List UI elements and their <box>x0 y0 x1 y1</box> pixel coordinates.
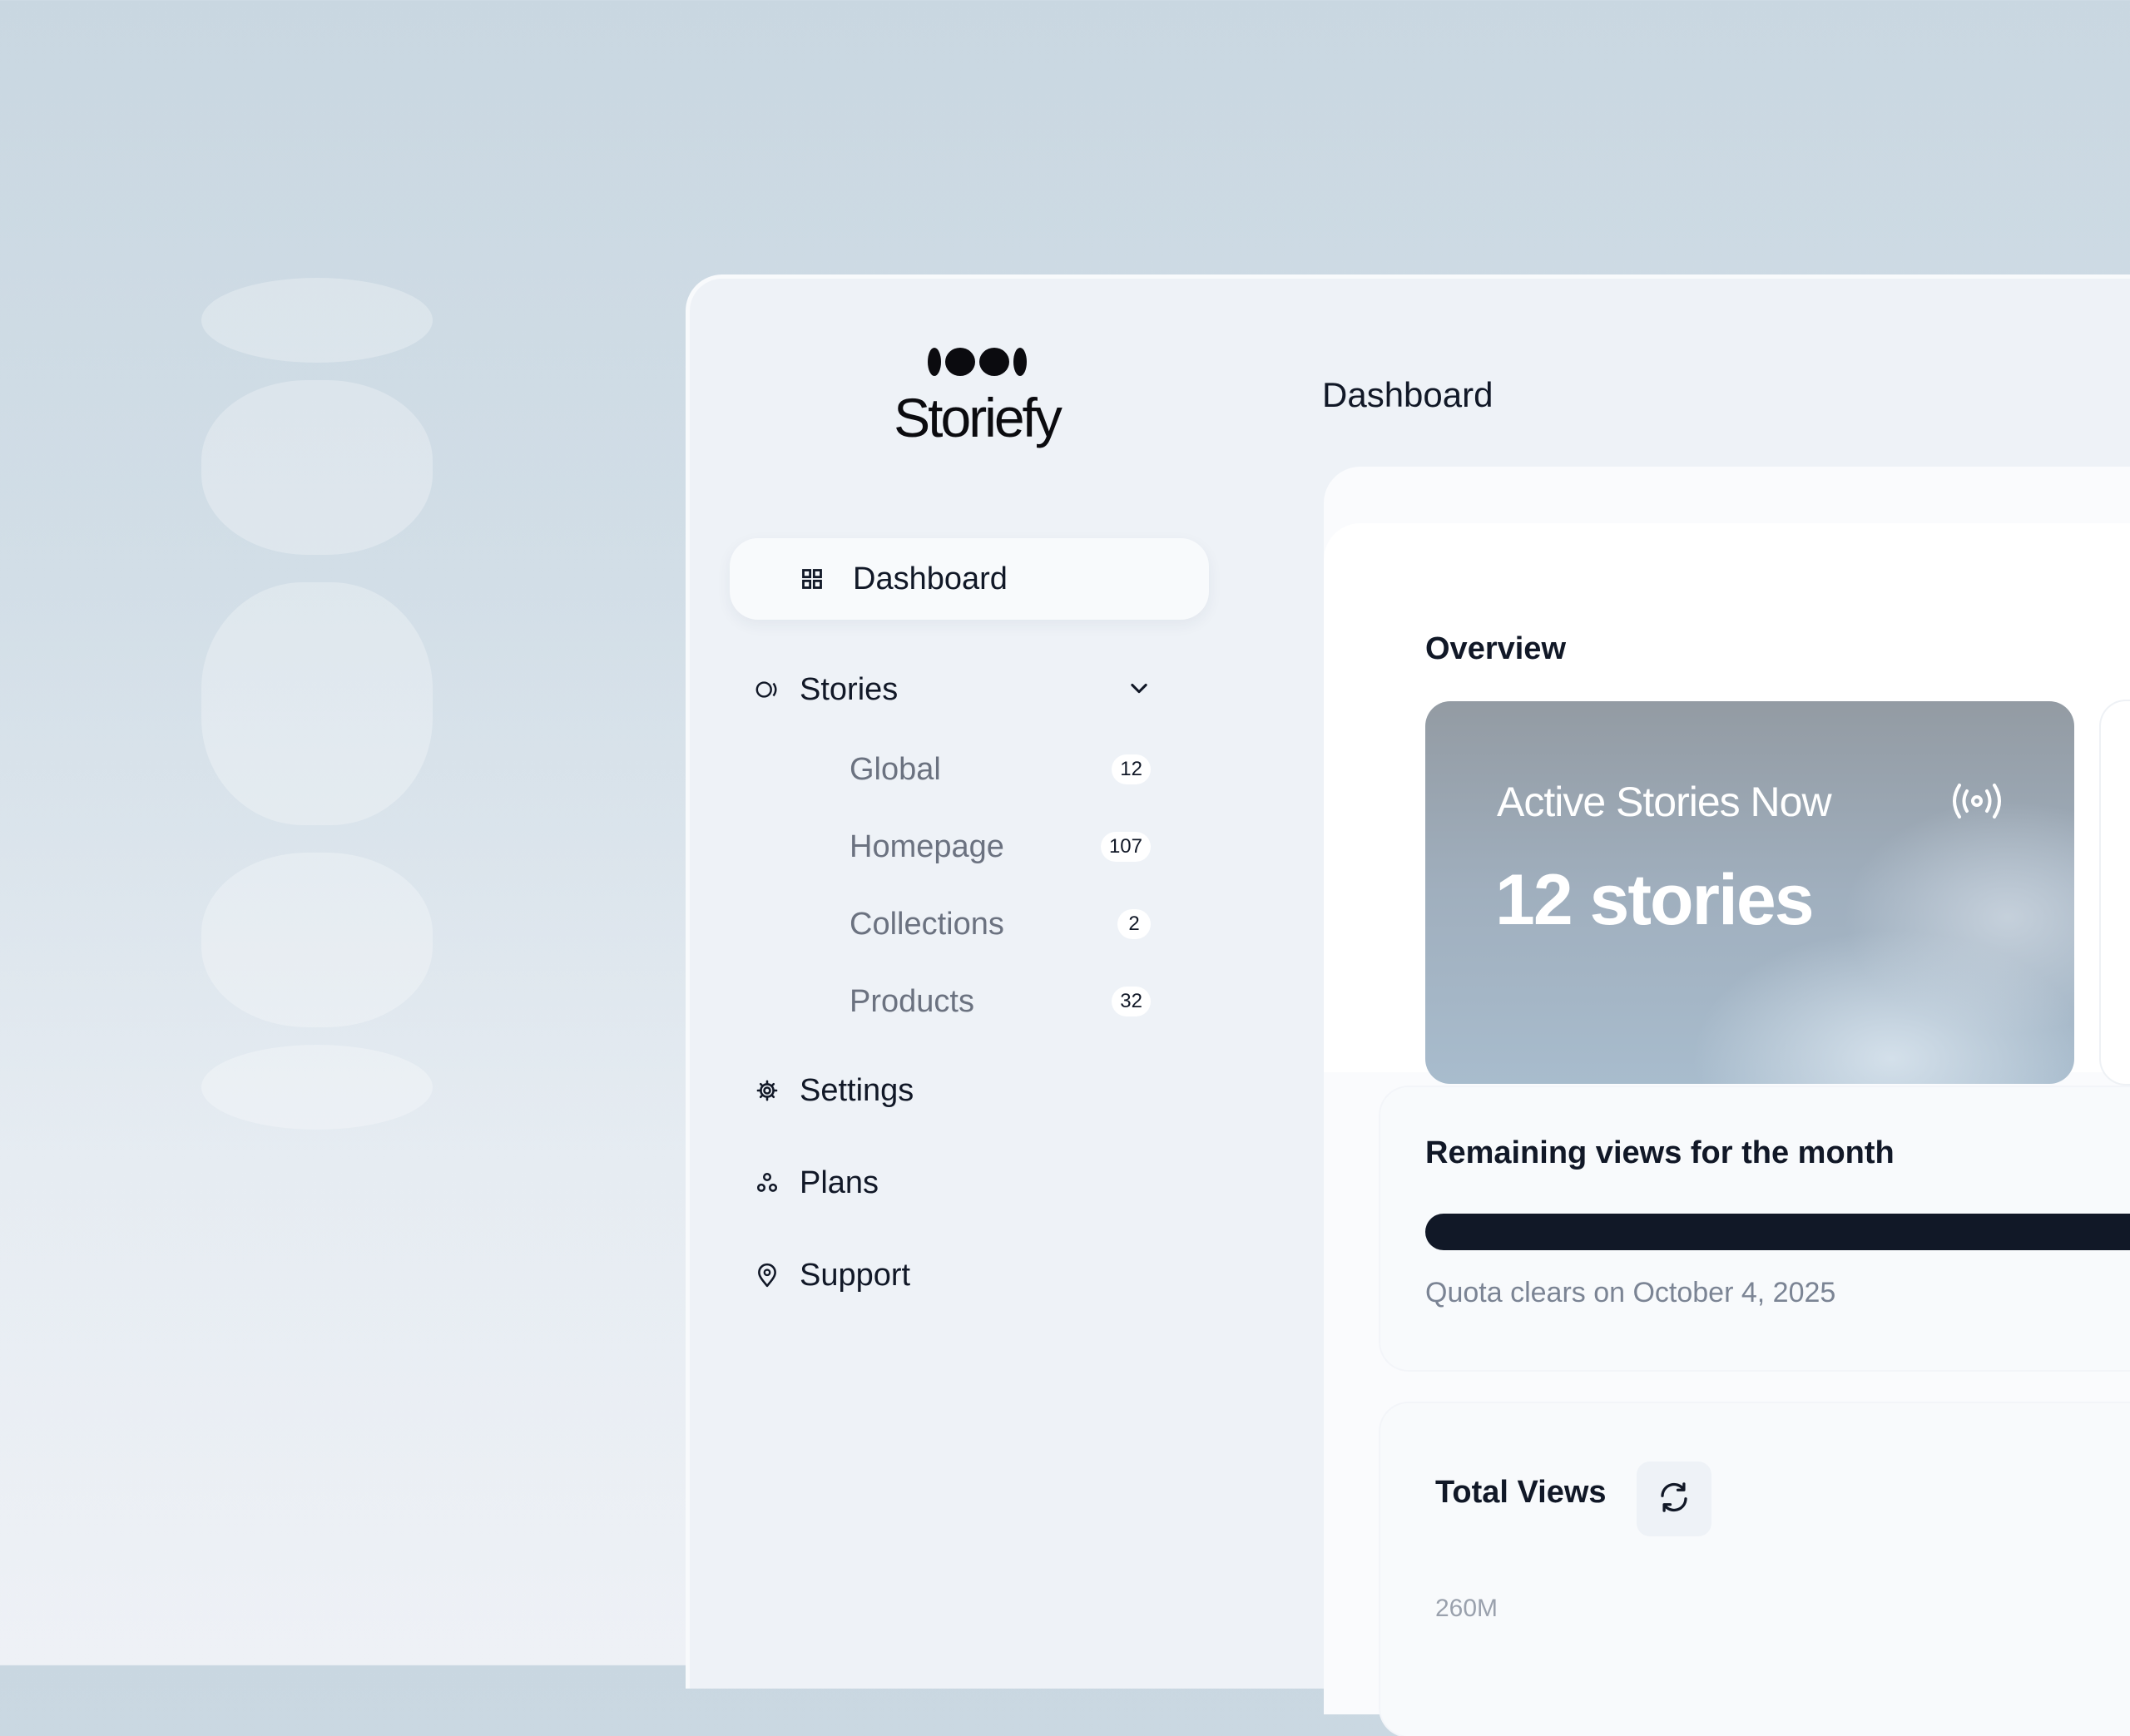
logo-mark-icon <box>690 347 1264 377</box>
sidebar-item-label: Settings <box>800 1072 914 1108</box>
background-blob <box>201 278 433 363</box>
refresh-button[interactable] <box>1637 1462 1711 1536</box>
subitem-label: Global <box>850 751 941 787</box>
views-progress-bar <box>1425 1214 2130 1250</box>
sidebar-item-settings[interactable]: Settings <box>756 1066 914 1115</box>
brand-name: Storiefy <box>894 387 1063 448</box>
sidebar-item-label: Support <box>800 1257 911 1293</box>
stat-label: Active Stories Now <box>1497 779 1832 825</box>
quota-reset-text: Quota clears on October 4, 2025 <box>1425 1277 1836 1308</box>
sidebar-subitem-homepage[interactable]: Homepage 107 <box>850 822 1151 872</box>
sidebar-subitem-collections[interactable]: Collections 2 <box>850 899 1151 949</box>
subitem-label: Products <box>850 983 974 1019</box>
sidebar-item-dashboard[interactable]: Dashboard <box>730 538 1209 620</box>
remaining-views-card: Remaining views for the month Quota clea… <box>1380 1087 2130 1370</box>
active-stories-card[interactable]: Active Stories Now 12 stories <box>1425 701 2074 1084</box>
total-views-card: Total Views 260M <box>1380 1403 2130 1736</box>
count-badge: 12 <box>1112 754 1151 784</box>
stories-icon <box>755 677 780 702</box>
subitem-label: Homepage <box>850 828 1004 864</box>
section-title: Total Views <box>1435 1475 1607 1510</box>
sidebar-item-stories[interactable]: Stories <box>755 665 1151 715</box>
section-title: Remaining views for the month <box>1425 1135 1895 1170</box>
sidebar-item-support[interactable]: Support <box>758 1250 911 1300</box>
background-blob <box>201 853 433 1027</box>
background-blob <box>201 1045 433 1130</box>
subitem-label: Collections <box>850 906 1004 942</box>
sidebar-item-label: Plans <box>800 1165 879 1200</box>
sidebar-subitem-products[interactable]: Products 32 <box>850 977 1151 1026</box>
chevron-down-icon[interactable] <box>1127 676 1151 704</box>
section-title: Overview <box>1425 631 1566 666</box>
live-broadcast-icon <box>1949 781 2004 825</box>
sidebar-item-plans[interactable]: Plans <box>756 1158 879 1208</box>
count-badge: 107 <box>1100 832 1151 862</box>
page-title: Dashboard <box>1322 375 1493 414</box>
count-badge: 2 <box>1117 909 1151 939</box>
refresh-icon <box>1657 1480 1692 1519</box>
overview-card: Overview Active Stories Now 12 stories <box>1324 523 2130 1084</box>
background-blob <box>201 380 433 555</box>
sidebar-item-label: Dashboard <box>853 561 1008 596</box>
stat-value: 12 stories <box>1495 860 1815 940</box>
sidebar-item-label: Stories <box>800 671 899 707</box>
sidebar-subitem-global[interactable]: Global 12 <box>850 744 1151 794</box>
location-pin-icon <box>755 1263 780 1288</box>
gear-icon <box>755 1078 780 1103</box>
main-panel: Overview Active Stories Now 12 stories R… <box>1324 467 2130 1736</box>
axis-tick-label: 260M <box>1435 1595 1498 1622</box>
background-blob <box>201 582 433 825</box>
app-window: Storiefy Dashboard Stories Global 12 Hom… <box>686 274 2130 1736</box>
stat-card[interactable] <box>2101 701 2130 1084</box>
plans-icon <box>755 1170 780 1195</box>
brand-logo[interactable]: Storiefy <box>690 347 1264 445</box>
count-badge: 32 <box>1112 987 1151 1016</box>
grid-icon <box>800 566 825 591</box>
